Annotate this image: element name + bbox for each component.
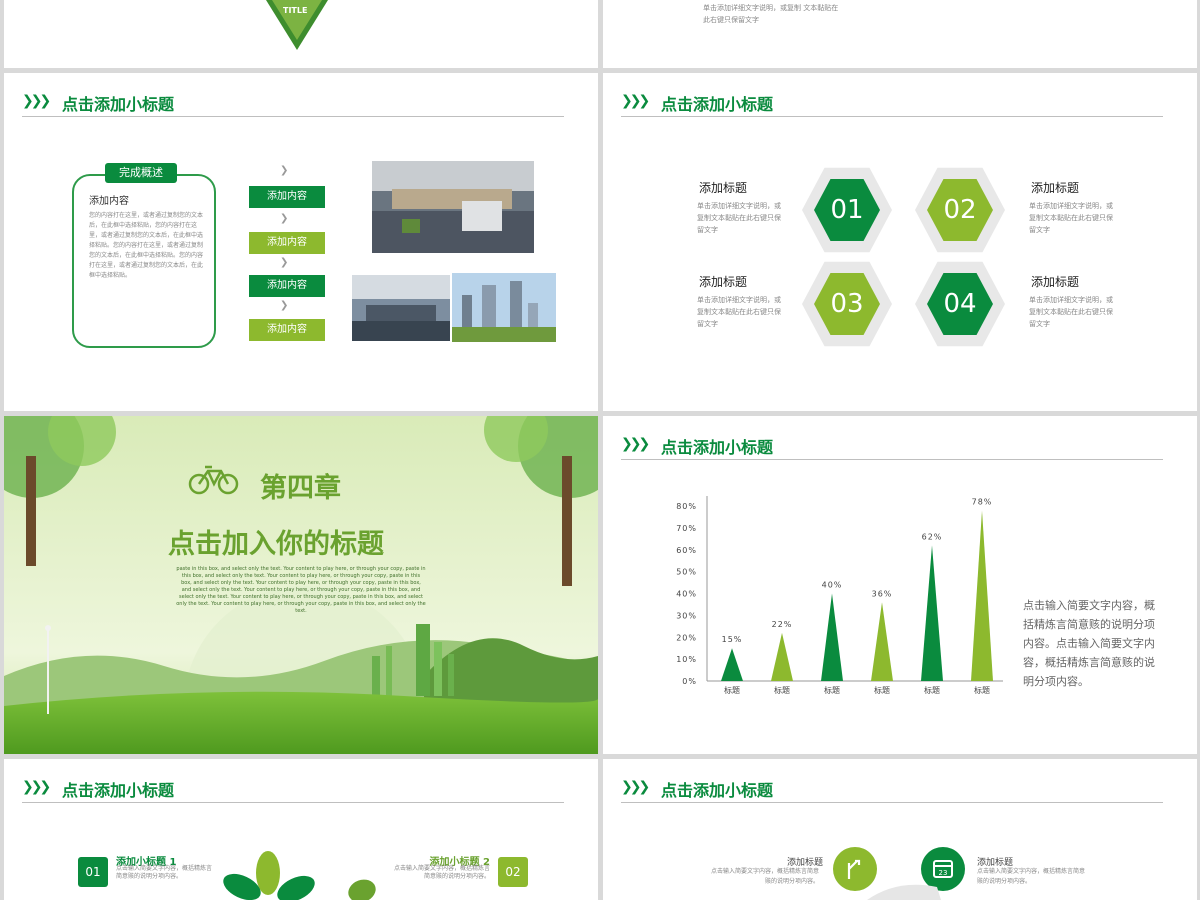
hexagon-03: 03 — [802, 259, 892, 349]
chevron-down-icon: ❯ — [280, 213, 289, 224]
slide-header: ❯❯❯ 点击添加小标题 — [22, 91, 564, 117]
slide-overview-flow[interactable]: ❯❯❯ 点击添加小标题 完成概述 添加内容 您的内容打在这里，或者通过复制您的文… — [4, 73, 598, 411]
y-tick-label: 0% — [682, 677, 697, 686]
slide-title-partial[interactable]: TITLE — [4, 0, 598, 68]
overview-title: 添加内容 — [89, 196, 129, 207]
title-badge: TITLE — [283, 6, 308, 15]
item-body: 点击输入简要文字内容，概括精炼言简意赅的说明分项内容。 — [393, 865, 490, 880]
slide-heading: 点击添加小标题 — [661, 95, 774, 114]
slide-heading: 点击添加小标题 — [661, 781, 774, 800]
slide-hexagons[interactable]: ❯❯❯ 点击添加小标题 添加标题 单击添加详细文字说明，或复制文本黏贴在此右键只… — [603, 73, 1197, 411]
city-photo — [452, 273, 556, 342]
chart-bar — [721, 648, 743, 681]
slide-header: ❯❯❯ 点击添加小标题 — [22, 777, 564, 803]
item-number: 01 — [78, 857, 108, 887]
slide-text-partial[interactable]: 单击添加详细文字说明，或复制 文本黏贴在此右键只保留文字 — [603, 0, 1197, 68]
x-tick-label: 标题 — [924, 685, 940, 695]
chevron-down-icon: ❯ — [280, 257, 289, 268]
item-body: 点击输入简要文字内容，概括精炼言简意赅的说明分项内容。 — [710, 868, 819, 885]
y-tick-label: 20% — [676, 633, 697, 642]
office-photo — [372, 161, 534, 253]
chart-bar — [771, 632, 793, 681]
chapter-number: 第四章 — [260, 473, 341, 504]
item-number: 02 — [498, 857, 528, 887]
x-tick-label: 标题 — [874, 685, 890, 695]
chevron-down-icon: ❯ — [280, 300, 289, 311]
item-body: 点击输入简要文字内容，概括精炼言简意赅的说明分项内容。 — [977, 868, 1086, 885]
flow-step: 添加内容 — [249, 232, 325, 254]
y-tick-label: 70% — [676, 524, 697, 533]
chart-description: 点击输入简要文字内容，概括精炼言简意赅的说明分项内容。点击输入简要文字内容，概括… — [1023, 599, 1155, 688]
slide-heading: 点击添加小标题 — [62, 781, 175, 800]
overview-tag: 完成概述 — [105, 163, 177, 183]
chart-bar — [871, 602, 893, 681]
bar-value-label: 78% — [972, 497, 993, 506]
y-tick-label: 10% — [676, 655, 697, 664]
bar-value-label: 40% — [822, 581, 843, 590]
slide-header: ❯❯❯ 点击添加小标题 — [621, 91, 1163, 117]
chevrons-icon: ❯❯❯ — [621, 779, 650, 795]
x-tick-label: 标题 — [774, 685, 790, 695]
slide-header: ❯❯❯ 点击添加小标题 — [621, 777, 1163, 803]
leaves-graphic — [223, 851, 376, 900]
bar-value-label: 36% — [872, 589, 893, 598]
flow-step: 添加内容 — [249, 319, 325, 341]
chart-bar — [921, 545, 943, 681]
slide-icons[interactable]: ❯❯❯ 点击添加小标题 添加标题 点击输入简要文字内容，概括精炼言简意赅的说明分… — [603, 759, 1197, 900]
slide-leaves[interactable]: ❯❯❯ 点击添加小标题 01 添加小标题 1 点击输入简要文字内容，概括精炼言简… — [4, 759, 598, 900]
item-title: 添加标题 — [1031, 275, 1080, 289]
y-tick-label: 30% — [676, 611, 697, 620]
calendar-day: 23 — [939, 869, 948, 877]
chapter-body: paste in this box, and select only the t… — [176, 566, 426, 614]
hexagon-02: 02 — [915, 165, 1005, 255]
flow-step: 添加内容 — [249, 186, 325, 208]
chart-bar — [821, 593, 843, 681]
bar-value-label: 22% — [772, 620, 793, 629]
hexagon-04: 04 — [915, 259, 1005, 349]
y-tick-label: 80% — [676, 502, 697, 511]
chapter-title: 点击加入你的标题 — [168, 529, 384, 560]
item-body: 单击添加详细文字说明，或复制文本黏贴在此右键只保留文字 — [1029, 202, 1113, 234]
partial-text: 单击添加详细文字说明，或复制 文本黏贴在此右键只保留文字 — [703, 4, 839, 24]
chevron-down-icon: ❯ — [280, 165, 289, 176]
flow-step: 添加内容 — [249, 275, 325, 297]
hexagon-01: 01 — [802, 165, 892, 255]
x-tick-label: 标题 — [974, 685, 990, 695]
chart-bar — [971, 510, 993, 681]
slide-chart[interactable]: ❯❯❯ 点击添加小标题 0% 10% 20% 30% 40% 50% 60% 70% 80% 15… — [603, 416, 1197, 754]
chevrons-icon: ❯❯❯ — [22, 93, 51, 109]
bar-value-label: 15% — [722, 635, 743, 644]
y-tick-label: 40% — [676, 590, 697, 599]
bar-chart: 0% 10% 20% 30% 40% 50% 60% 70% 80% 15% 标题 22% 标题 40% 标… — [676, 496, 1003, 695]
x-tick-label: 标题 — [824, 685, 840, 695]
bicycle-icon — [188, 465, 239, 495]
y-tick-label: 60% — [676, 546, 697, 555]
item-title: 添加标题 — [699, 275, 748, 289]
overview-body: 您的内容打在这里，或者通过复制您的文本后，在此框中选择粘贴，您的内容打在这里，或… — [89, 212, 204, 279]
item-body: 单击添加详细文字说明，或复制文本黏贴在此右键只保留文字 — [697, 296, 781, 328]
item-body: 点击输入简要文字内容，概括精炼言简意赅的说明分项内容。 — [116, 865, 213, 880]
interior-photo — [352, 275, 450, 341]
item-title: 添加标题 — [1031, 181, 1080, 195]
bar-value-label: 62% — [922, 532, 943, 541]
building-graphic — [867, 884, 941, 900]
slide-chapter[interactable]: 第四章 点击加入你的标题 paste in this box, and sele… — [4, 416, 598, 754]
x-tick-label: 标题 — [724, 685, 740, 695]
slide-heading: 点击添加小标题 — [62, 95, 175, 114]
item-title: 添加标题 — [699, 181, 748, 195]
y-tick-label: 50% — [676, 568, 697, 577]
item-body: 单击添加详细文字说明，或复制文本黏贴在此右键只保留文字 — [1029, 296, 1113, 328]
item-body: 单击添加详细文字说明，或复制文本黏贴在此右键只保留文字 — [697, 202, 781, 234]
chevrons-icon: ❯❯❯ — [621, 93, 650, 109]
chevrons-icon: ❯❯❯ — [22, 779, 51, 795]
